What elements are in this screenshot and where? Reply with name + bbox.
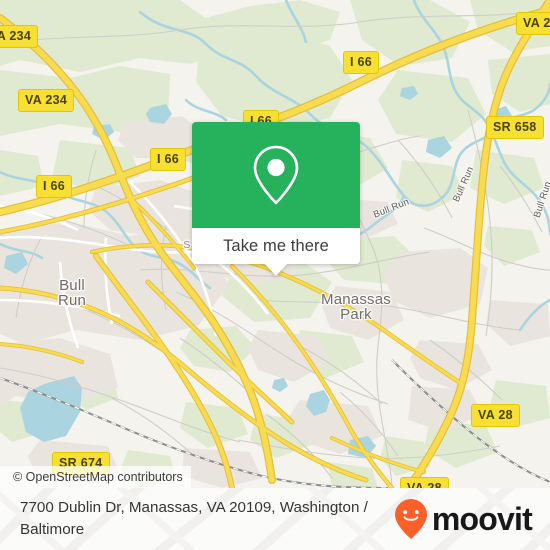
callout-header — [192, 122, 360, 228]
place-label-manassas-park: Manassas Park — [321, 291, 391, 324]
place-label-bull-run: Bull Run — [57, 277, 87, 310]
moovit-smiley-pin-icon — [394, 499, 427, 539]
moovit-logo[interactable]: moovit — [394, 498, 538, 540]
road-shield-va28-clipped[interactable]: VA 28 — [516, 12, 550, 35]
footer-bar: 7700 Dublin Dr, Manassas, VA 20109, Wash… — [0, 488, 550, 550]
callout-pointer — [264, 263, 288, 276]
road-shield-va28-south[interactable]: VA 28 — [400, 477, 449, 488]
road-shield-va28-mid[interactable]: VA 28 — [471, 404, 520, 427]
location-pin-icon — [253, 145, 299, 205]
road-shield-i66-north[interactable]: I 66 — [343, 51, 380, 74]
take-me-there-label: Take me there — [223, 236, 329, 255]
location-address: 7700 Dublin Dr, Manassas, VA 20109, Wash… — [20, 499, 368, 538]
map-attribution[interactable]: © OpenStreetMap contributors — [0, 466, 191, 488]
road-shield-va234-clipped[interactable]: VA 234 — [0, 25, 39, 48]
location-callout-card[interactable]: Take me there — [192, 122, 360, 276]
road-shield-va234[interactable]: VA 234 — [18, 89, 75, 112]
road-shield-sr658[interactable]: SR 658 — [486, 116, 544, 139]
map-screenshot: VA 234 VA 234 I 66 VA 28 SR 658 I 66 I 6… — [0, 0, 550, 550]
take-me-there-button[interactable]: Take me there — [192, 228, 360, 264]
road-shield-i66-mid[interactable]: I 66 — [150, 148, 187, 171]
map-canvas[interactable]: VA 234 VA 234 I 66 VA 28 SR 658 I 66 I 6… — [0, 0, 550, 488]
road-shield-i66-west[interactable]: I 66 — [36, 175, 73, 198]
moovit-wordmark: moovit — [431, 501, 533, 537]
